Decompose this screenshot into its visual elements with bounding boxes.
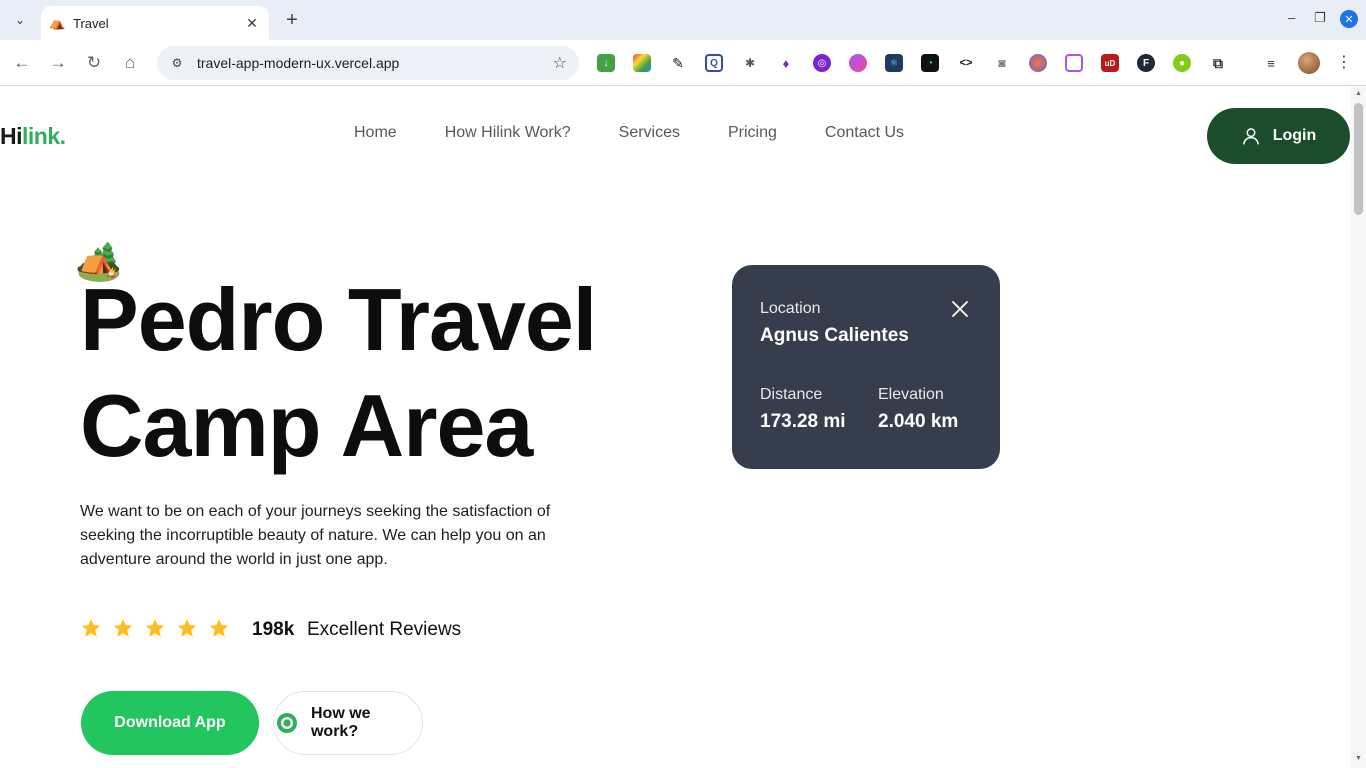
minimize-icon[interactable]: – bbox=[1288, 10, 1295, 25]
elevation-label: Elevation bbox=[878, 386, 944, 403]
purple-extension-icon[interactable]: ◎ bbox=[813, 54, 831, 72]
nav-how-it-works[interactable]: How Hilink Work? bbox=[445, 124, 571, 142]
login-label: Login bbox=[1272, 127, 1317, 144]
tab-title: Travel bbox=[73, 15, 109, 31]
address-url[interactable]: travel-app-modern-ux.vercel.app bbox=[197, 55, 553, 71]
nav-pricing[interactable]: Pricing bbox=[728, 124, 777, 142]
card-close-icon[interactable] bbox=[951, 300, 969, 318]
search-extension-icon[interactable]: Q bbox=[705, 54, 723, 72]
green-extension-icon[interactable]: ◔ bbox=[921, 54, 939, 72]
download-extension-icon[interactable]: ↓ bbox=[597, 54, 615, 72]
scroll-up-arrow-icon[interactable]: ▲ bbox=[1354, 90, 1363, 97]
gradient-extension-icon[interactable] bbox=[849, 54, 867, 72]
elevation-value: 2.040 km bbox=[878, 411, 959, 432]
reload-icon[interactable]: ↻ bbox=[82, 51, 106, 75]
profile-avatar[interactable] bbox=[1298, 52, 1320, 74]
nav-services[interactable]: Services bbox=[619, 124, 680, 142]
star-icon bbox=[113, 618, 133, 637]
page-viewport: Hilink. Home How Hilink Work? Services P… bbox=[0, 87, 1366, 768]
play-circle-icon bbox=[277, 713, 297, 733]
hero-description: We want to be on each of your journeys s… bbox=[80, 503, 551, 568]
puzzle-extensions-icon[interactable]: ⧉ bbox=[1209, 54, 1227, 72]
nav-contact[interactable]: Contact Us bbox=[825, 124, 904, 142]
flame-extension-icon[interactable]: ♦ bbox=[777, 54, 795, 72]
rating-stars bbox=[80, 617, 230, 639]
how-we-work-button[interactable]: How we work? bbox=[273, 691, 423, 755]
user-icon bbox=[1242, 128, 1259, 145]
forward-arrow-icon[interactable]: → bbox=[46, 51, 70, 75]
tab-search-chevron-icon[interactable]: ⌄ bbox=[8, 8, 32, 32]
browser-tab[interactable]: ⛺ Travel ✕ bbox=[41, 6, 269, 40]
review-count: 198k bbox=[252, 619, 295, 640]
firefox-extension-icon[interactable] bbox=[1029, 54, 1047, 72]
review-label: Excellent Reviews bbox=[307, 619, 462, 640]
back-arrow-icon[interactable]: ← bbox=[10, 51, 34, 75]
download-app-button[interactable]: Download App bbox=[81, 691, 259, 755]
site-logo[interactable]: Hilink. bbox=[0, 123, 66, 150]
tab-close-icon[interactable]: ✕ bbox=[243, 14, 261, 32]
ublock-extension-icon[interactable]: uD bbox=[1101, 54, 1119, 72]
window-close-icon[interactable]: ✕ bbox=[1340, 10, 1358, 28]
tent-favicon-icon: ⛺ bbox=[49, 15, 66, 30]
login-button[interactable]: Login bbox=[1207, 108, 1350, 164]
main-nav: Home How Hilink Work? Services Pricing C… bbox=[354, 124, 904, 142]
hero-title-line2: Camp Area bbox=[80, 376, 533, 475]
distance-value: 173.28 mi bbox=[760, 411, 846, 432]
lens-extension-icon[interactable] bbox=[1065, 54, 1083, 72]
eyedropper-extension-icon[interactable]: ✎ bbox=[669, 54, 687, 72]
page-scrollbar[interactable]: ▲ ▼ bbox=[1351, 87, 1366, 768]
code-extension-icon[interactable]: <> bbox=[957, 54, 975, 72]
restore-icon[interactable]: ❐ bbox=[1314, 10, 1326, 26]
address-bar[interactable]: ⚙ travel-app-modern-ux.vercel.app ☆ bbox=[157, 46, 579, 80]
hero-title-line1: Pedro Travel bbox=[80, 270, 597, 369]
home-icon[interactable]: ⌂ bbox=[118, 51, 142, 75]
new-tab-plus-icon[interactable]: + bbox=[282, 9, 302, 31]
star-icon bbox=[145, 618, 165, 637]
nav-home[interactable]: Home bbox=[354, 124, 397, 142]
how-we-work-label: How we work? bbox=[310, 705, 371, 740]
location-label: Location bbox=[760, 300, 821, 317]
bulb-extension-icon[interactable]: ● bbox=[1173, 54, 1191, 72]
logo-link: link. bbox=[22, 123, 66, 149]
camera-extension-icon[interactable]: ◙ bbox=[993, 54, 1011, 72]
site-info-icon[interactable]: ⚙ bbox=[169, 55, 185, 71]
scroll-down-arrow-icon[interactable]: ▼ bbox=[1354, 755, 1363, 762]
location-value: Agnus Calientes bbox=[760, 325, 909, 346]
star-icon bbox=[81, 618, 101, 637]
browser-tabstrip: ⌄ ⛺ Travel ✕ + – ❐ ✕ bbox=[0, 0, 1366, 40]
distance-label: Distance bbox=[760, 386, 823, 403]
bug-extension-icon[interactable]: ✱ bbox=[741, 54, 759, 72]
hero-title: Pedro Travel Camp Area bbox=[80, 267, 597, 479]
bookmark-star-icon[interactable]: ☆ bbox=[553, 53, 567, 73]
star-icon bbox=[177, 618, 197, 637]
react-extension-icon[interactable]: ⚛ bbox=[885, 54, 903, 72]
location-card: Location Agnus Calientes Distance 173.28… bbox=[732, 265, 1000, 469]
browser-menu-icon[interactable]: ⋮ bbox=[1336, 52, 1352, 74]
star-icon bbox=[209, 618, 229, 637]
logo-hi: Hi bbox=[0, 123, 23, 149]
color-extension-icon[interactable] bbox=[633, 54, 651, 72]
f-extension-icon[interactable]: F bbox=[1137, 54, 1155, 72]
scroll-thumb[interactable] bbox=[1354, 103, 1363, 215]
media-queue-icon[interactable]: ≡ bbox=[1262, 54, 1280, 72]
